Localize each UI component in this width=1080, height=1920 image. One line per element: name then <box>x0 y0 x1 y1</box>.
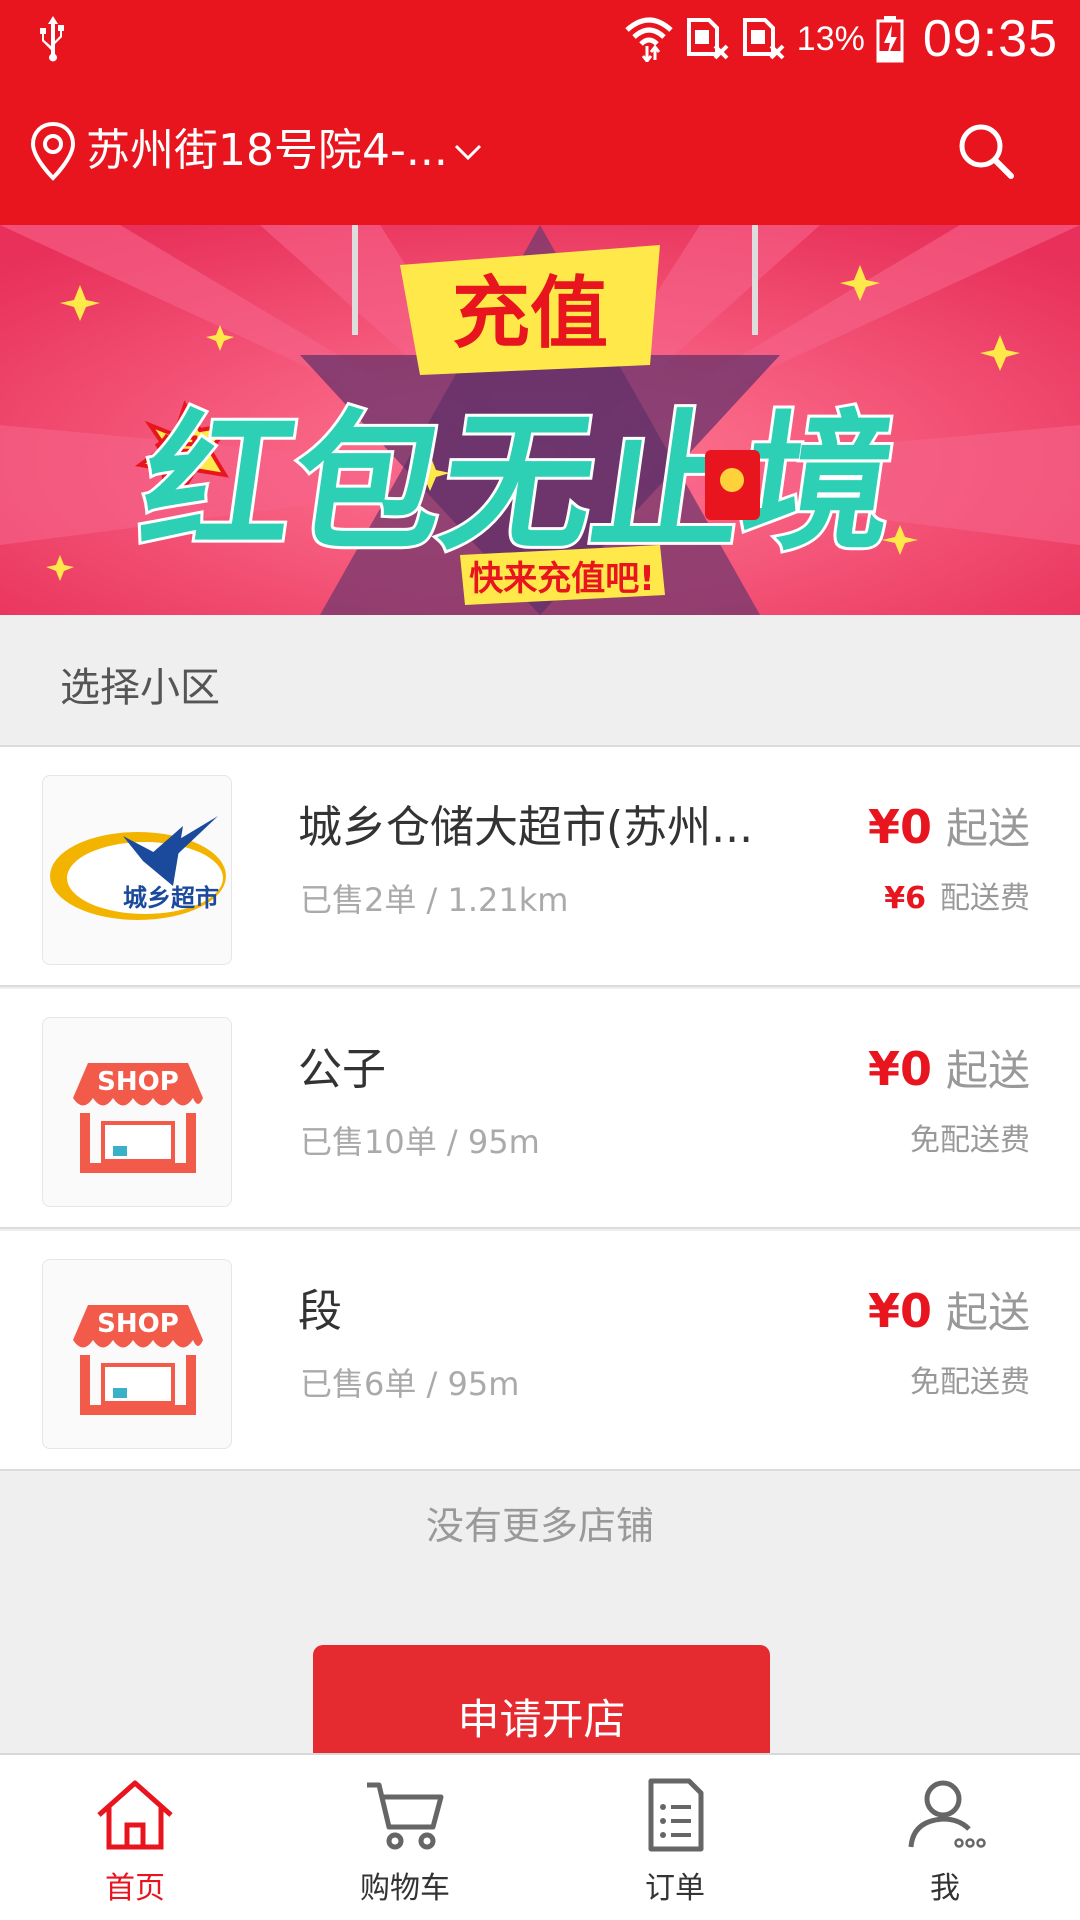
sim-card-x-icon <box>686 18 729 60</box>
search-icon[interactable] <box>955 120 1017 182</box>
section-title[interactable]: 选择小区 <box>60 655 220 713</box>
min-order: ¥0 起送 <box>868 1037 1030 1098</box>
delivery-fee-label: 免配送费 <box>910 1365 1030 1400</box>
min-order-price: ¥0 <box>867 1284 932 1338</box>
shop-storefront-icon: SHOP <box>73 1305 203 1415</box>
shop-storefront-icon: SHOP <box>73 1063 203 1173</box>
store-meta: 已售2单 / 1.21km <box>300 881 569 919</box>
min-order-label: 起送 <box>945 1288 1030 1337</box>
store-logo: 城乡超市 <box>42 775 232 965</box>
min-order-label: 起送 <box>945 1046 1030 1095</box>
tab-label: 订单 <box>645 1871 705 1906</box>
store-name: 段 <box>298 1286 342 1337</box>
chengxiang-logo-icon: 城乡超市 <box>50 816 226 920</box>
battery-percent: 13% <box>796 19 865 58</box>
app-root: 13% 09:35 苏州街18号院4-... 充值 得 红包无止境 快来充值吧!… <box>0 0 1080 1920</box>
tab-orders[interactable]: 订单 <box>540 1755 810 1920</box>
banner-artwork: 充值 得 红包无止境 快来充值吧! <box>0 225 1080 615</box>
store-logo: SHOP <box>42 1259 232 1449</box>
banner-subtitle: 快来充值吧! <box>469 559 655 599</box>
tab-home[interactable]: 首页 <box>0 1755 270 1920</box>
usb-icon <box>40 16 64 62</box>
home-icon <box>97 1780 173 1850</box>
store-meta: 已售10单 / 95m <box>300 1123 540 1161</box>
tab-label: 首页 <box>105 1871 165 1906</box>
delivery-fee: ¥6 配送费 <box>884 873 1030 917</box>
cart-icon <box>367 1782 444 1850</box>
min-order: ¥0 起送 <box>868 795 1030 856</box>
order-list-icon <box>648 1778 704 1852</box>
min-order-price: ¥0 <box>867 800 932 854</box>
tab-label: 购物车 <box>360 1871 450 1906</box>
status-bar: 13% 09:35 <box>0 0 1080 78</box>
store-logo: SHOP <box>42 1017 232 1207</box>
tab-cart[interactable]: 购物车 <box>270 1755 540 1920</box>
shop-sign-text: SHOP <box>97 1067 179 1097</box>
store-row[interactable]: SHOP 公子 已售10单 / 95m ¥0 起送 免配送费 <box>0 989 1080 1229</box>
store-name: 公子 <box>298 1044 386 1095</box>
store-meta: 已售6单 / 95m <box>300 1365 520 1403</box>
min-order-price: ¥0 <box>867 1042 932 1096</box>
store-name: 城乡仓储大超市(苏州... <box>298 802 754 853</box>
delivery-fee-price: ¥6 <box>884 881 926 916</box>
delivery-fee: 免配送费 <box>910 1115 1030 1159</box>
chevron-down-icon[interactable] <box>452 136 484 168</box>
status-right: 13% 09:35 <box>623 8 1058 70</box>
banner-title-small: 充值 <box>452 269 608 359</box>
delivery-fee-label: 免配送费 <box>910 1123 1030 1158</box>
store-logo-text: 城乡超市 <box>123 884 219 912</box>
promo-banner[interactable]: 充值 得 红包无止境 快来充值吧! <box>0 225 1080 615</box>
address-selector[interactable]: 苏州街18号院4-... <box>86 120 448 182</box>
sim-card-x-icon-2 <box>742 18 785 60</box>
store-row[interactable]: SHOP 段 已售6单 / 95m ¥0 起送 免配送费 <box>0 1231 1080 1471</box>
wifi-icon <box>625 17 673 62</box>
min-order-label: 起送 <box>945 804 1030 853</box>
banner-title-big: 红包无止境 <box>131 396 906 571</box>
no-more-stores-text: 没有更多店铺 <box>425 1504 654 1548</box>
top-bar: 13% 09:35 苏州街18号院4-... <box>0 0 1080 225</box>
tab-me[interactable]: 我 <box>810 1755 1080 1920</box>
delivery-fee-label: 配送费 <box>940 881 1030 916</box>
delivery-fee: 免配送费 <box>910 1357 1030 1401</box>
open-shop-button[interactable]: 申请开店 <box>313 1645 770 1765</box>
tab-label: 我 <box>930 1871 960 1906</box>
section-header: 选择小区 <box>0 615 1080 747</box>
clock: 09:35 <box>922 10 1058 68</box>
battery-charging-icon <box>876 16 904 63</box>
min-order: ¥0 起送 <box>868 1279 1030 1340</box>
header: 苏州街18号院4-... <box>0 78 1080 225</box>
shop-sign-text: SHOP <box>97 1309 179 1339</box>
bottom-tab-bar: 首页 购物车 订单 我 <box>0 1753 1080 1920</box>
user-icon <box>908 1780 986 1848</box>
location-pin-icon[interactable] <box>28 120 78 182</box>
store-row[interactable]: 城乡超市 城乡仓储大超市(苏州... 已售2单 / 1.21km ¥0 起送 ¥… <box>0 747 1080 987</box>
